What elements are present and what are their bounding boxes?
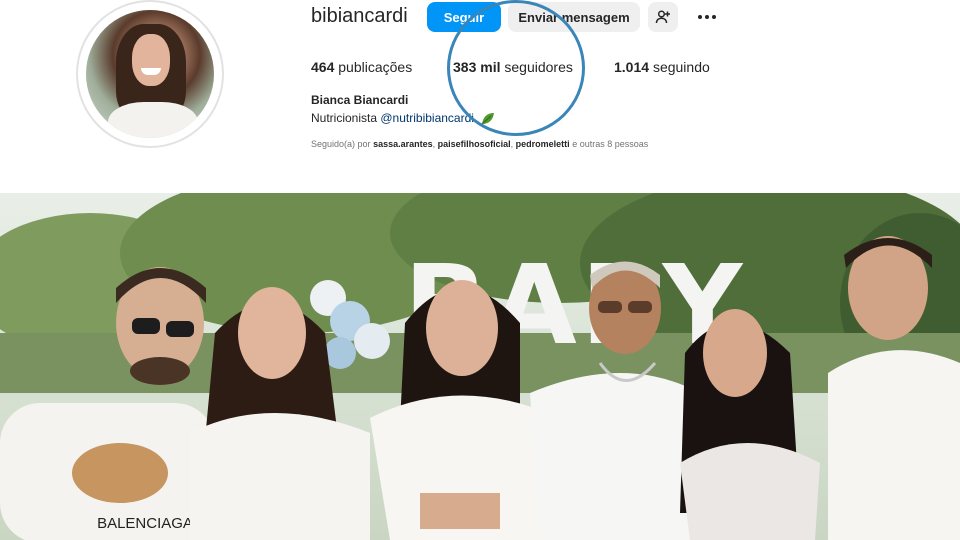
followers-count[interactable]: 383 mil seguidores xyxy=(453,59,573,75)
following-value: 1.014 xyxy=(614,59,650,75)
followed-by-line: Seguido(a) por sassa.arantes, paisefilho… xyxy=(311,139,649,149)
bio-text: Nutricionista xyxy=(311,111,378,125)
followed-by-user[interactable]: paisefilhosoficial xyxy=(438,139,511,149)
shirt-text: BALENCIAGA xyxy=(97,515,193,532)
following-count[interactable]: 1.014 seguindo xyxy=(614,59,710,75)
profile-bio: Nutricionista @nutribibiancardi xyxy=(311,111,495,125)
profile-username: bibiancardi xyxy=(311,5,408,27)
followers-label: seguidores xyxy=(504,59,573,75)
posts-value: 464 xyxy=(311,59,335,75)
followed-by-user[interactable]: pedromeletti xyxy=(516,139,570,149)
more-options-icon[interactable] xyxy=(694,8,720,26)
bio-handle-link[interactable]: @nutribibiancardi xyxy=(380,111,474,125)
person-plus-icon xyxy=(655,10,670,24)
avatar xyxy=(86,10,214,138)
followers-value: 383 mil xyxy=(453,59,501,75)
followed-by-suffix: e outras 8 pessoas xyxy=(572,139,649,149)
followed-by-prefix: Seguido(a) por xyxy=(311,139,371,149)
followed-by-user[interactable]: sassa.arantes xyxy=(373,139,433,149)
profile-avatar-ring[interactable] xyxy=(76,0,224,148)
follow-button[interactable]: Seguir xyxy=(427,2,501,32)
profile-full-name: Bianca Biancardi xyxy=(311,93,409,107)
posts-label: publicações xyxy=(338,59,413,75)
send-message-button[interactable]: Enviar mensagem xyxy=(508,2,640,32)
leaf-icon xyxy=(481,113,495,125)
suggested-accounts-button[interactable] xyxy=(648,2,678,32)
posts-count[interactable]: 464 publicações xyxy=(311,59,412,75)
following-label: seguindo xyxy=(652,59,710,75)
profile-post-photo[interactable]: BABY BALENCIAGA xyxy=(0,193,960,540)
